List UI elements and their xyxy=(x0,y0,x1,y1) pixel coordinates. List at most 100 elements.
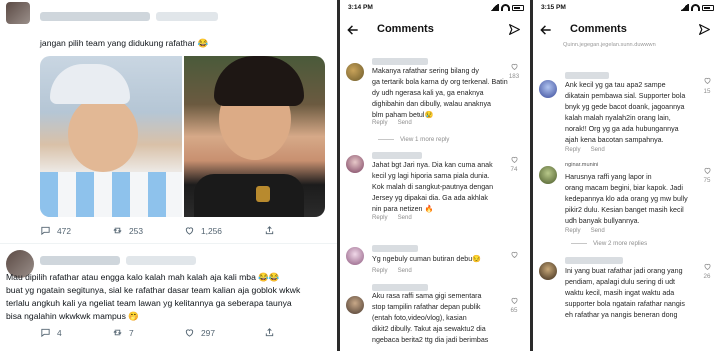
reply-icon xyxy=(41,226,50,236)
retweet-count: 253 xyxy=(129,225,143,236)
reply-link[interactable]: Reply xyxy=(565,227,581,234)
retweet-button[interactable]: 253 xyxy=(112,225,184,236)
reply-button[interactable]: 472 xyxy=(40,225,112,236)
username-blurred xyxy=(40,12,150,21)
like-heart-icon[interactable] xyxy=(510,62,519,71)
battery-icon xyxy=(512,4,524,11)
reply-link[interactable]: Reply xyxy=(372,119,388,126)
retweet-button[interactable]: 7 xyxy=(112,327,184,338)
comment-actions: Reply Send xyxy=(565,146,605,153)
photo-boy-argentina-shirt[interactable] xyxy=(40,56,182,217)
reply-link[interactable]: Reply xyxy=(372,214,388,221)
reply-link[interactable]: Reply xyxy=(372,267,388,274)
wifi-icon xyxy=(691,4,700,11)
send-link[interactable]: Send xyxy=(591,227,605,234)
reply-count: 472 xyxy=(57,225,71,236)
retweet-count: 7 xyxy=(129,327,134,338)
tweet-line: Mau dipilih rafathar atau engga kalo kal… xyxy=(6,272,280,282)
tweet-line: terlalu angkuh kali ya ngeliat team lawa… xyxy=(6,298,292,308)
avatar[interactable] xyxy=(346,155,364,173)
reply-button[interactable]: 4 xyxy=(40,327,112,338)
avatar[interactable] xyxy=(346,63,364,81)
comment-line: bnyk yg gede bacot doank, jagoannya xyxy=(565,103,685,111)
signal-icon xyxy=(679,4,689,11)
share-icon xyxy=(265,226,274,235)
avatar[interactable] xyxy=(346,247,364,265)
status-icons xyxy=(679,4,714,11)
username[interactable]: nginar.munini xyxy=(565,162,598,168)
share-button[interactable] xyxy=(264,225,275,236)
comment-line: (entah foto,video/vlog), kasian xyxy=(372,314,467,322)
send-link[interactable]: Send xyxy=(591,146,605,153)
tweet-text: jangan pilih team yang didukung rafathar… xyxy=(40,38,209,48)
like-heart-icon[interactable] xyxy=(703,76,712,85)
tweet-line: bisa ngalahin wkwkwk mampus 🤭 xyxy=(6,311,139,321)
like-count: 74 xyxy=(510,166,518,173)
like-heart-icon[interactable] xyxy=(510,250,519,259)
comment-line: ga tertarik bola karna dy org terkenal. … xyxy=(372,78,508,86)
avatar[interactable] xyxy=(539,166,557,184)
like-button[interactable]: 297 xyxy=(184,327,264,338)
header: Comments xyxy=(533,18,720,44)
divider xyxy=(0,243,337,244)
like-count: 75 xyxy=(703,177,711,184)
comment-line: ngebaca berita2 ttg dia jadi berimbas xyxy=(372,336,489,344)
username-blurred xyxy=(372,58,428,65)
like-count: 26 xyxy=(703,273,711,280)
comment-line: dy udh ngerasa kali ya, ga enaknya xyxy=(372,89,484,97)
comment-line: Harusnya raffi yang lapor in xyxy=(565,173,652,181)
like-count: 297 xyxy=(201,327,215,338)
username-blurred xyxy=(565,72,609,79)
reply-link[interactable]: Reply xyxy=(565,146,581,153)
comment-line: supporter bola ngatain rafathar nangis xyxy=(565,300,685,308)
wifi-icon xyxy=(501,4,510,11)
send-icon[interactable] xyxy=(698,23,711,36)
comment-actions: Reply Send xyxy=(372,214,412,221)
tweet-media[interactable] xyxy=(40,56,325,217)
share-button[interactable] xyxy=(264,327,275,338)
like-heart-icon[interactable] xyxy=(703,262,712,271)
tweet-actions: 4 7 297 xyxy=(40,327,325,338)
reply-count: 4 xyxy=(57,327,62,338)
avatar[interactable] xyxy=(539,80,557,98)
view-more-replies[interactable]: View 2 more replies xyxy=(571,240,647,247)
page-title: Comments xyxy=(570,23,627,35)
instagram-comments-panel: 3:14 PM Comments Makanya rafathar sering… xyxy=(340,0,530,351)
like-heart-icon[interactable] xyxy=(510,155,519,164)
send-link[interactable]: Send xyxy=(398,214,412,221)
send-link[interactable]: Send xyxy=(398,119,412,126)
comment-line: kedepannya klo ada orang yg mw bully xyxy=(565,195,688,203)
instagram-comments-panel: 3:15 PM Comments Quinn.jegegan.jegelan.s… xyxy=(533,0,720,351)
avatar[interactable] xyxy=(539,262,557,280)
comment-line: Ank kecil yg ga tau apa2 sampe xyxy=(565,81,666,89)
photo-boy-germany-shirt[interactable] xyxy=(183,56,325,217)
status-bar: 3:15 PM xyxy=(533,0,720,16)
send-link[interactable]: Send xyxy=(398,267,412,274)
comment-line: kecil yg lagi hiporia sama piala dunia. xyxy=(372,172,490,180)
comment-line: orang macam begini, biar kapok. Jadi xyxy=(565,184,683,192)
send-icon[interactable] xyxy=(508,23,521,36)
comment-line: Makanya rafathar sering bilang dy xyxy=(372,67,479,75)
avatar[interactable] xyxy=(346,296,364,314)
comment-line: Kok malah di sangkut-pautnya dengan xyxy=(372,183,494,191)
avatar[interactable] xyxy=(6,2,30,24)
back-arrow-icon[interactable] xyxy=(539,23,553,37)
username-blurred xyxy=(372,284,428,291)
username-blurred xyxy=(40,256,120,265)
handle-blurred xyxy=(126,256,196,265)
reply-icon xyxy=(41,328,50,338)
twitter-panel: jangan pilih team yang didukung rafathar… xyxy=(0,0,337,351)
comment-line: Aku rasa raffi sama gigi sementara xyxy=(372,292,482,300)
comment-line: kalah malah nyalah2in orang lain, xyxy=(565,114,671,122)
status-time: 3:14 PM xyxy=(348,4,373,11)
tweet-line: buat yg ngatain segitunya, sial ke rafat… xyxy=(6,285,301,295)
back-arrow-icon[interactable] xyxy=(346,23,360,37)
status-time: 3:15 PM xyxy=(541,4,566,11)
view-more-replies[interactable]: View 1 more reply xyxy=(378,136,449,143)
like-heart-icon[interactable] xyxy=(510,296,519,305)
username-blurred xyxy=(372,245,418,252)
like-heart-icon[interactable] xyxy=(703,166,712,175)
partial-comment: Quinn.jegegan.jegelan.sunn.duwwwn xyxy=(563,42,656,48)
comment-line: Jahat bgt Jari nya. Dia kan cuma anak xyxy=(372,161,493,169)
like-button[interactable]: 1,256 xyxy=(184,225,264,236)
